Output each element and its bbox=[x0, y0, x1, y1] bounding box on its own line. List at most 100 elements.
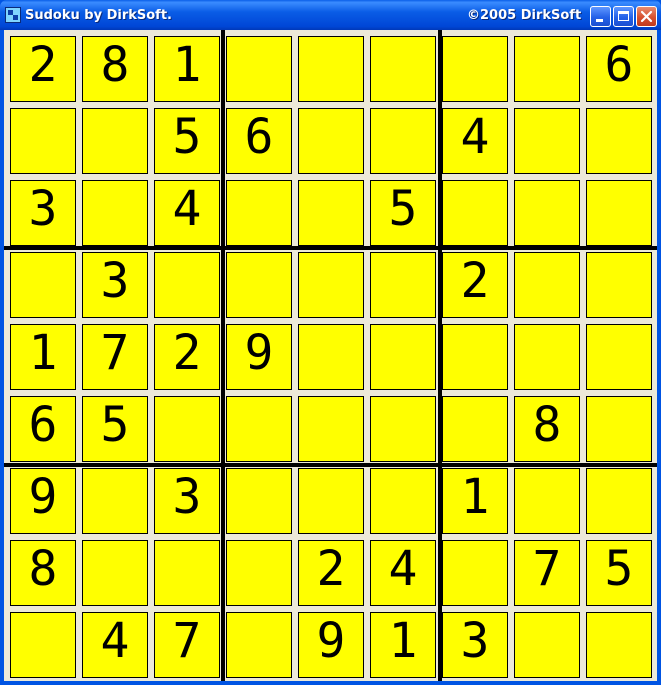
maximize-button[interactable] bbox=[613, 6, 634, 27]
sudoku-cell[interactable] bbox=[370, 36, 436, 102]
sudoku-cell[interactable]: 3 bbox=[10, 180, 76, 246]
sudoku-cell[interactable] bbox=[370, 468, 436, 534]
sudoku-cell[interactable]: 3 bbox=[154, 468, 220, 534]
sudoku-cell[interactable]: 7 bbox=[514, 540, 580, 606]
sudoku-cell[interactable] bbox=[586, 468, 652, 534]
sudoku-cell[interactable]: 3 bbox=[442, 612, 508, 678]
sudoku-cell[interactable]: 8 bbox=[82, 36, 148, 102]
sudoku-cell[interactable] bbox=[226, 180, 292, 246]
sudoku-cell[interactable] bbox=[514, 180, 580, 246]
sudoku-cell[interactable] bbox=[154, 252, 220, 318]
sudoku-cell[interactable]: 5 bbox=[586, 540, 652, 606]
sudoku-cell[interactable]: 8 bbox=[10, 540, 76, 606]
sudoku-cell[interactable] bbox=[442, 540, 508, 606]
sudoku-cell[interactable] bbox=[298, 324, 364, 390]
sudoku-cell[interactable] bbox=[226, 252, 292, 318]
sudoku-cell[interactable]: 2 bbox=[10, 36, 76, 102]
sudoku-cell[interactable] bbox=[10, 252, 76, 318]
cell-digit bbox=[11, 613, 75, 677]
sudoku-cell[interactable] bbox=[514, 252, 580, 318]
sudoku-cell[interactable] bbox=[442, 36, 508, 102]
sudoku-cell[interactable]: 7 bbox=[154, 612, 220, 678]
app-icon[interactable] bbox=[5, 7, 21, 23]
close-button[interactable] bbox=[636, 6, 657, 27]
sudoku-cell[interactable]: 1 bbox=[442, 468, 508, 534]
sudoku-cell[interactable]: 9 bbox=[226, 324, 292, 390]
sudoku-cell[interactable] bbox=[10, 612, 76, 678]
cell-digit: 2 bbox=[172, 325, 202, 381]
sudoku-cell[interactable]: 3 bbox=[82, 252, 148, 318]
sudoku-cell[interactable] bbox=[514, 612, 580, 678]
cell-digit: 8 bbox=[100, 37, 130, 93]
cell-digit: 9 bbox=[28, 469, 58, 525]
sudoku-cell[interactable] bbox=[82, 540, 148, 606]
sudoku-cell[interactable]: 9 bbox=[298, 612, 364, 678]
cell-digit bbox=[299, 253, 363, 317]
sudoku-cell[interactable] bbox=[298, 252, 364, 318]
sudoku-cell[interactable] bbox=[298, 108, 364, 174]
sudoku-cell[interactable] bbox=[298, 36, 364, 102]
sudoku-cell[interactable] bbox=[586, 396, 652, 462]
sudoku-cell[interactable] bbox=[226, 612, 292, 678]
cell-digit: 5 bbox=[388, 181, 418, 237]
sudoku-cell[interactable] bbox=[370, 324, 436, 390]
cell-digit bbox=[515, 253, 579, 317]
sudoku-cell[interactable]: 2 bbox=[154, 324, 220, 390]
sudoku-cell[interactable]: 4 bbox=[370, 540, 436, 606]
sudoku-cell[interactable] bbox=[442, 180, 508, 246]
sudoku-cell[interactable]: 6 bbox=[586, 36, 652, 102]
sudoku-cell[interactable] bbox=[586, 252, 652, 318]
sudoku-cell[interactable] bbox=[10, 108, 76, 174]
sudoku-cell[interactable] bbox=[226, 468, 292, 534]
sudoku-cell[interactable] bbox=[226, 396, 292, 462]
sudoku-cell[interactable] bbox=[586, 612, 652, 678]
sudoku-cell[interactable]: 1 bbox=[154, 36, 220, 102]
cell-digit bbox=[83, 109, 147, 173]
sudoku-cell[interactable]: 5 bbox=[82, 396, 148, 462]
sudoku-cell[interactable]: 4 bbox=[82, 612, 148, 678]
sudoku-cell[interactable]: 1 bbox=[370, 612, 436, 678]
sudoku-cell[interactable]: 4 bbox=[442, 108, 508, 174]
sudoku-cell[interactable] bbox=[154, 396, 220, 462]
sudoku-cell[interactable] bbox=[442, 324, 508, 390]
cell-digit: 8 bbox=[28, 541, 58, 597]
sudoku-cell[interactable] bbox=[370, 396, 436, 462]
sudoku-cell[interactable]: 6 bbox=[10, 396, 76, 462]
sudoku-cell[interactable] bbox=[298, 396, 364, 462]
sudoku-cell[interactable] bbox=[226, 36, 292, 102]
cell-digit bbox=[515, 181, 579, 245]
sudoku-cell[interactable]: 2 bbox=[298, 540, 364, 606]
sudoku-cell[interactable]: 6 bbox=[226, 108, 292, 174]
sudoku-cell[interactable]: 5 bbox=[154, 108, 220, 174]
title-bar[interactable]: Sudoku by DirkSoft. ©2005 DirkSoft bbox=[0, 0, 661, 30]
sudoku-cell[interactable]: 5 bbox=[370, 180, 436, 246]
sudoku-cell[interactable]: 7 bbox=[82, 324, 148, 390]
sudoku-cell[interactable] bbox=[154, 540, 220, 606]
cell-digit bbox=[371, 325, 435, 389]
sudoku-cell[interactable] bbox=[82, 180, 148, 246]
sudoku-cell[interactable] bbox=[586, 108, 652, 174]
sudoku-cell[interactable] bbox=[586, 324, 652, 390]
sudoku-cell[interactable]: 2 bbox=[442, 252, 508, 318]
sudoku-cell[interactable] bbox=[82, 108, 148, 174]
sudoku-cell[interactable] bbox=[514, 108, 580, 174]
sudoku-cell[interactable] bbox=[82, 468, 148, 534]
sudoku-cell[interactable] bbox=[514, 468, 580, 534]
sudoku-cell[interactable] bbox=[586, 180, 652, 246]
sudoku-cell[interactable] bbox=[370, 252, 436, 318]
minimize-button[interactable] bbox=[590, 6, 611, 27]
cell-digit bbox=[587, 325, 651, 389]
cell-digit bbox=[443, 325, 507, 389]
sudoku-cell[interactable] bbox=[514, 36, 580, 102]
sudoku-cell[interactable] bbox=[298, 180, 364, 246]
cell-digit bbox=[227, 469, 291, 533]
sudoku-cell[interactable]: 8 bbox=[514, 396, 580, 462]
sudoku-cell[interactable] bbox=[298, 468, 364, 534]
sudoku-cell[interactable] bbox=[370, 108, 436, 174]
sudoku-cell[interactable]: 9 bbox=[10, 468, 76, 534]
sudoku-cell[interactable] bbox=[442, 396, 508, 462]
sudoku-cell[interactable] bbox=[514, 324, 580, 390]
sudoku-cell[interactable] bbox=[226, 540, 292, 606]
sudoku-cell[interactable]: 4 bbox=[154, 180, 220, 246]
sudoku-cell[interactable]: 1 bbox=[10, 324, 76, 390]
